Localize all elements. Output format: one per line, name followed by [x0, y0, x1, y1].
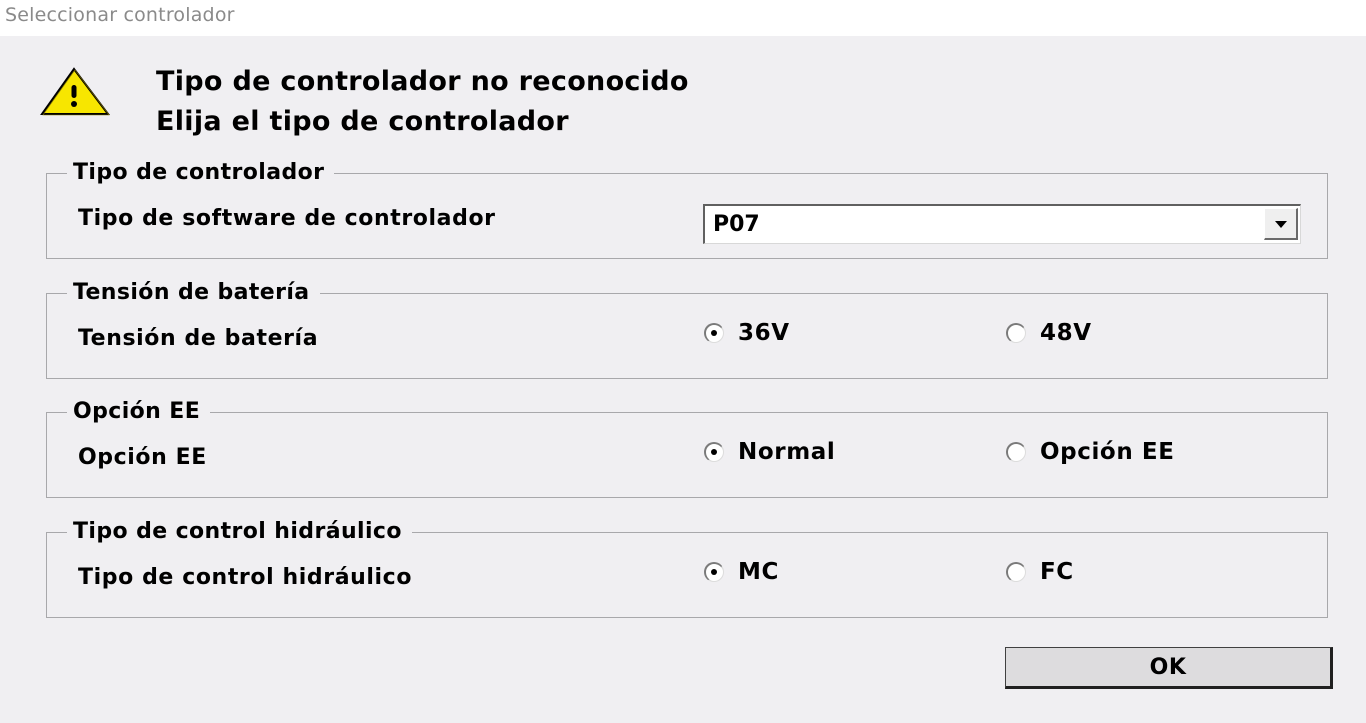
- ee-option-label: Opción EE: [78, 445, 207, 470]
- dialog-window: Seleccionar controlador Tipo de controla…: [0, 0, 1366, 723]
- radio-button-fc[interactable]: [1006, 562, 1026, 582]
- battery-voltage-legend: Tensión de batería: [67, 279, 320, 307]
- radio-48v[interactable]: 48V: [1006, 320, 1092, 346]
- radio-button-36v[interactable]: [704, 323, 724, 343]
- title-bar: Seleccionar controlador: [0, 0, 1366, 36]
- controller-software-label: Tipo de software de controlador: [78, 206, 496, 231]
- radio-ee-option[interactable]: Opción EE: [1006, 439, 1175, 465]
- radio-button-ee-option[interactable]: [1006, 442, 1026, 462]
- ee-option-group: Opción EE Opción EE Normal Opción EE: [46, 398, 1328, 498]
- radio-button-normal[interactable]: [704, 442, 724, 462]
- radio-label-48v: 48V: [1040, 320, 1092, 346]
- radio-label-fc: FC: [1040, 559, 1074, 585]
- radio-mc[interactable]: MC: [704, 559, 779, 585]
- window-title: Seleccionar controlador: [5, 4, 235, 26]
- warning-icon: [40, 66, 112, 118]
- controller-software-value: P07: [713, 212, 760, 237]
- ee-option-legend: Opción EE: [67, 398, 211, 426]
- message-heading-primary: Tipo de controlador no reconocido: [156, 66, 689, 97]
- dropdown-button[interactable]: [1264, 208, 1298, 240]
- radio-label-36v: 36V: [738, 320, 790, 346]
- hydraulic-control-legend: Tipo de control hidráulico: [67, 518, 412, 546]
- controller-type-group: Tipo de controlador Tipo de software de …: [46, 159, 1328, 259]
- battery-voltage-label: Tensión de batería: [78, 326, 319, 351]
- battery-voltage-group: Tensión de batería Tensión de batería 36…: [46, 279, 1328, 379]
- radio-36v[interactable]: 36V: [704, 320, 790, 346]
- radio-label-ee-option: Opción EE: [1040, 439, 1175, 465]
- message-heading-secondary: Elija el tipo de controlador: [156, 106, 569, 137]
- controller-software-select[interactable]: P07: [703, 204, 1301, 244]
- hydraulic-control-label: Tipo de control hidráulico: [78, 565, 413, 590]
- radio-button-mc[interactable]: [704, 562, 724, 582]
- radio-fc[interactable]: FC: [1006, 559, 1074, 585]
- radio-label-normal: Normal: [738, 439, 836, 465]
- radio-button-48v[interactable]: [1006, 323, 1026, 343]
- chevron-down-icon: [1275, 221, 1287, 228]
- radio-label-mc: MC: [738, 559, 779, 585]
- controller-type-legend: Tipo de controlador: [67, 159, 335, 187]
- hydraulic-control-group: Tipo de control hidráulico Tipo de contr…: [46, 518, 1328, 618]
- ok-button[interactable]: OK: [1005, 647, 1333, 689]
- radio-normal[interactable]: Normal: [704, 439, 835, 465]
